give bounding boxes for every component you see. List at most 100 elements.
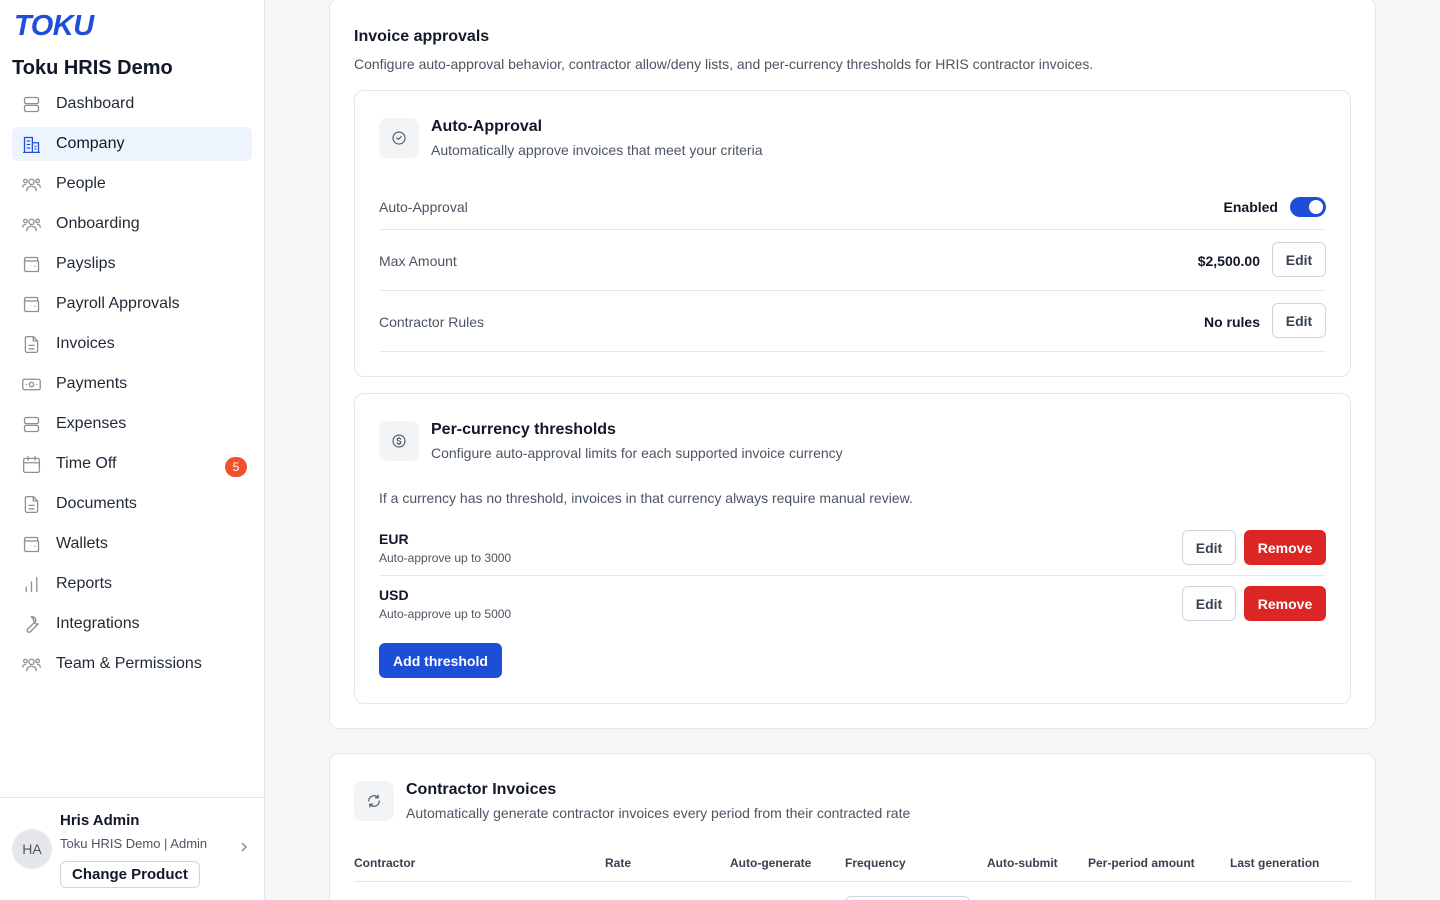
column-header-last-generation: Last generation	[1230, 856, 1320, 870]
sidebar-item-label: Wallets	[56, 535, 108, 552]
sidebar-item-label: Company	[56, 135, 125, 152]
time-off-count-badge: 5	[225, 457, 247, 477]
add-threshold-button[interactable]: Add threshold	[379, 643, 502, 678]
remove-usd-threshold-button[interactable]: Remove	[1244, 586, 1326, 621]
change-product-button[interactable]: Change Product	[60, 861, 200, 888]
sidebar-item-label: Payroll Approvals	[56, 295, 180, 312]
section-title: Invoice approvals	[354, 28, 490, 45]
contractor-rules-label: Contractor Rules	[379, 314, 485, 330]
currency-code: EUR	[379, 531, 409, 547]
user-panel[interactable]: HA Hris Admin Toku HRIS Demo | Admin Cha…	[0, 797, 264, 900]
sidebar-item-company[interactable]: Company	[12, 127, 252, 161]
sidebar-item-dashboard[interactable]: Dashboard	[12, 87, 252, 121]
dashboard-icon	[20, 93, 42, 115]
threshold-info-text: If a currency has no threshold, invoices…	[379, 490, 913, 506]
card-title: Contractor Invoices	[406, 781, 557, 798]
card-title: Auto-Approval	[431, 118, 543, 135]
wrench-icon	[20, 613, 42, 635]
max-amount-value: $2,500.00	[1197, 253, 1260, 269]
sidebar-item-invoices[interactable]: Invoices	[12, 327, 252, 361]
sidebar-item-label: Reports	[56, 575, 113, 592]
sidebar-item-reports[interactable]: Reports	[12, 567, 252, 601]
column-header-rate: Rate	[605, 856, 632, 870]
users-icon	[20, 173, 42, 195]
auto-approval-label: Auto-Approval	[379, 199, 468, 215]
edit-max-amount-button[interactable]: Edit	[1272, 242, 1326, 277]
dollar-circle-icon	[379, 421, 419, 461]
building-icon	[20, 133, 42, 155]
sidebar-item-label: Dashboard	[56, 95, 135, 112]
frequency-select[interactable]	[845, 896, 970, 900]
currency-threshold-desc: Auto-approve up to 5000	[379, 607, 512, 621]
banknote-icon	[20, 373, 42, 395]
sidebar-item-payslips[interactable]: Payslips	[12, 247, 252, 281]
remove-eur-threshold-button[interactable]: Remove	[1244, 530, 1326, 565]
bar-chart-icon	[20, 573, 42, 595]
sidebar-item-documents[interactable]: Documents	[12, 487, 252, 521]
sidebar-item-wallets[interactable]: Wallets	[12, 527, 252, 561]
user-role: Toku HRIS Demo | Admin	[60, 836, 208, 851]
currency-code: USD	[379, 587, 409, 603]
edit-eur-threshold-button[interactable]: Edit	[1182, 530, 1236, 565]
sidebar-item-people[interactable]: People	[12, 167, 252, 201]
refresh-icon	[354, 781, 394, 821]
sidebar-item-time-off[interactable]: Time Off 5	[12, 447, 252, 481]
divider	[379, 351, 1326, 352]
divider	[379, 575, 1326, 576]
column-header-auto-generate: Auto-generate	[730, 856, 812, 870]
divider	[379, 290, 1326, 291]
edit-contractor-rules-button[interactable]: Edit	[1272, 303, 1326, 338]
sidebar-nav: Dashboard Company People Onboarding Pays…	[12, 87, 252, 687]
toku-logo[interactable]: TOKU	[14, 10, 94, 43]
users-icon	[20, 653, 42, 675]
sidebar-item-label: Team & Permissions	[56, 655, 202, 672]
document-icon	[20, 493, 42, 515]
sidebar-item-label: Integrations	[56, 615, 140, 632]
contractor-rules-value: No rules	[1203, 314, 1260, 330]
column-header-auto-submit: Auto-submit	[987, 856, 1058, 870]
divider	[379, 229, 1326, 230]
sidebar-item-integrations[interactable]: Integrations	[12, 607, 252, 641]
wallet-icon	[20, 293, 42, 315]
wallet-icon	[20, 253, 42, 275]
column-header-per-period-amount: Per-period amount	[1088, 856, 1195, 870]
column-header-frequency: Frequency	[845, 856, 906, 870]
user-name: Hris Admin	[60, 812, 140, 829]
sidebar-item-expenses[interactable]: Expenses	[12, 407, 252, 441]
sidebar-item-label: Invoices	[56, 335, 115, 352]
divider	[354, 881, 1351, 882]
auto-approval-status: Enabled	[1223, 199, 1278, 215]
currency-threshold-desc: Auto-approve up to 3000	[379, 551, 512, 565]
sidebar-item-label: Time Off	[56, 455, 117, 472]
column-header-contractor: Contractor	[354, 856, 416, 870]
card-title: Per-currency thresholds	[431, 421, 616, 438]
toggle-knob	[1309, 200, 1323, 214]
sidebar-item-label: People	[56, 175, 106, 192]
sidebar-item-payroll-approvals[interactable]: Payroll Approvals	[12, 287, 252, 321]
sidebar-item-payments[interactable]: Payments	[12, 367, 252, 401]
sidebar: TOKU Toku HRIS Demo Dashboard Company Pe…	[0, 0, 265, 900]
max-amount-label: Max Amount	[379, 253, 457, 269]
sidebar-item-label: Expenses	[56, 415, 127, 432]
section-description: Configure auto-approval behavior, contra…	[354, 56, 1094, 72]
sidebar-item-label: Onboarding	[56, 215, 140, 232]
calendar-icon	[20, 453, 42, 475]
chevron-right-icon[interactable]	[238, 840, 250, 854]
sidebar-item-label: Documents	[56, 495, 137, 512]
edit-usd-threshold-button[interactable]: Edit	[1182, 586, 1236, 621]
sidebar-item-team-permissions[interactable]: Team & Permissions	[12, 647, 252, 681]
dashboard-icon	[20, 413, 42, 435]
sidebar-item-label: Payments	[56, 375, 128, 392]
org-name: Toku HRIS Demo	[12, 57, 173, 79]
wallet-icon	[20, 533, 42, 555]
sidebar-item-label: Payslips	[56, 255, 116, 272]
contractor-invoices-card	[329, 753, 1376, 900]
card-subtitle: Automatically generate contractor invoic…	[406, 805, 911, 821]
auto-approval-toggle[interactable]	[1290, 197, 1326, 217]
card-subtitle: Automatically approve invoices that meet…	[431, 142, 763, 158]
sidebar-item-onboarding[interactable]: Onboarding	[12, 207, 252, 241]
check-circle-icon	[379, 118, 419, 158]
users-icon	[20, 213, 42, 235]
document-icon	[20, 333, 42, 355]
avatar: HA	[12, 829, 52, 869]
